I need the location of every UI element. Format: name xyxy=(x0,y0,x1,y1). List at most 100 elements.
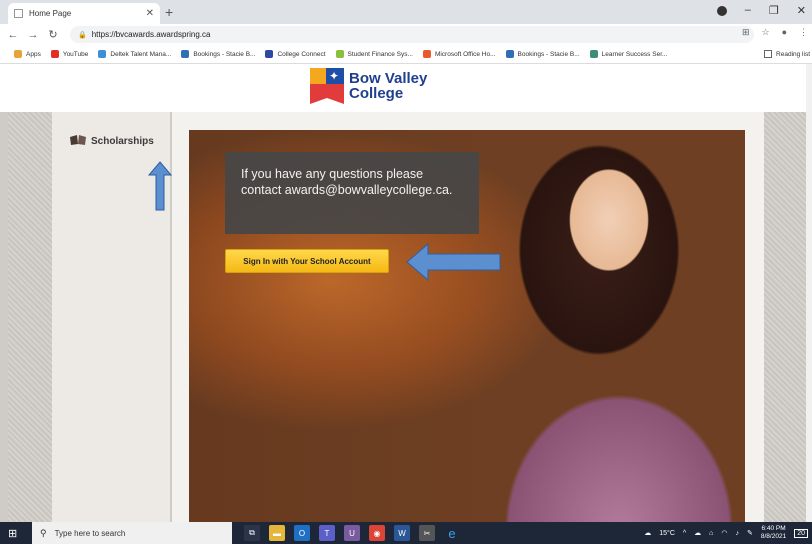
windows-start-icon[interactable]: ⊞ xyxy=(8,527,26,540)
college-logo[interactable]: ✦ Bow Valley College xyxy=(310,68,427,104)
left-texture xyxy=(8,112,52,522)
bookmark-icon xyxy=(50,50,59,58)
bookmark-icon xyxy=(422,50,431,58)
bookmark-label: Deltek Talent Mana... xyxy=(110,50,172,58)
right-texture xyxy=(764,112,806,522)
reading-list-icon xyxy=(764,50,773,58)
sidebar-item-label: Scholarships xyxy=(91,136,154,147)
logo-text: Bow Valley College xyxy=(349,71,427,101)
tray-chevron-icon[interactable]: ^ xyxy=(683,530,686,537)
bookmark-label: YouTube xyxy=(62,50,89,58)
windows-taskbar: ⊞ ⚲ Type here to search ⧉ ▬ O T U ◉ W ✂ … xyxy=(0,522,812,544)
page-favicon-icon xyxy=(14,9,23,18)
close-window-icon[interactable]: ✕ xyxy=(797,4,806,17)
word-icon[interactable]: W xyxy=(394,525,410,541)
task-view-icon[interactable]: ⧉ xyxy=(244,525,260,541)
clock[interactable]: 6:40 PM 8/8/2021 xyxy=(761,525,786,541)
logo-line-1: Bow Valley xyxy=(349,70,428,87)
bookmark-item[interactable]: Apps xyxy=(14,50,41,58)
info-message: If you have any questions please contact… xyxy=(225,152,479,234)
account-icon[interactable]: ● xyxy=(782,27,787,38)
search-placeholder: Type here to search xyxy=(54,528,126,538)
bookmark-item[interactable]: Microsoft Office Ho... xyxy=(422,50,496,58)
bookmark-item[interactable]: College Connect xyxy=(265,50,326,58)
bookmark-item[interactable]: Student Finance Sys... xyxy=(335,50,413,58)
volume-icon[interactable]: ♪ xyxy=(736,530,740,537)
wifi-icon[interactable]: ◠ xyxy=(721,529,727,537)
toolbar-actions: ⊞ ☆ ● ⋮ xyxy=(742,27,808,38)
bookmark-label: College Connect xyxy=(277,50,326,58)
bookmark-label: Student Finance Sys... xyxy=(347,50,413,58)
tab-title: Home Page xyxy=(29,9,72,18)
restore-icon[interactable]: ❐ xyxy=(769,4,779,17)
menu-icon[interactable]: ⋮ xyxy=(799,27,808,38)
bookmark-icon xyxy=(335,50,344,58)
search-icon: ⚲ xyxy=(40,527,47,538)
file-explorer-icon[interactable]: ▬ xyxy=(269,525,285,541)
bookmark-item[interactable]: Deltek Talent Mana... xyxy=(98,50,171,58)
hero-image: If you have any questions please contact… xyxy=(189,130,745,522)
url-bar[interactable]: 🔒 https://bvcawards.awardspring.ca xyxy=(70,26,754,43)
edge-icon[interactable]: e xyxy=(444,525,460,541)
bookmark-icon xyxy=(181,50,190,58)
minimize-icon[interactable]: – xyxy=(745,4,751,17)
address-toolbar: ← → ↻ 🔒 https://bvcawards.awardspring.ca… xyxy=(0,24,812,45)
bookmark-label: Bookings - Stacie B... xyxy=(193,50,256,58)
bookmark-icon xyxy=(589,50,598,58)
reading-list-label: Reading list xyxy=(776,50,810,58)
weather-icon[interactable]: ☁ xyxy=(644,529,651,537)
clock-time: 6:40 PM xyxy=(761,525,786,532)
translate-icon[interactable]: ⊞ xyxy=(742,27,750,38)
bookmark-label: Learner Success Ser... xyxy=(601,50,668,58)
logo-mark-icon: ✦ xyxy=(310,68,344,104)
reading-list[interactable]: Reading list xyxy=(764,50,810,58)
bookmark-label: Apps xyxy=(26,50,41,58)
outlook-icon[interactable]: O xyxy=(294,525,310,541)
back-icon[interactable]: ← xyxy=(6,29,20,41)
bookmark-icon xyxy=(14,50,22,58)
page-body: Scholarships If you have any questions p… xyxy=(0,112,812,522)
close-tab-icon[interactable]: ✕ xyxy=(146,8,154,19)
weather-temp: 15°C xyxy=(659,529,675,537)
reload-icon[interactable]: ↻ xyxy=(46,28,60,41)
network-icon[interactable]: ⌂ xyxy=(709,530,713,537)
bookmark-icon xyxy=(265,50,274,58)
tab-bar: Home Page ✕ + – ❐ ✕ xyxy=(0,0,812,24)
pen-icon[interactable]: ✎ xyxy=(747,529,753,537)
page-scrollbar[interactable] xyxy=(806,64,812,522)
system-tray: ☁ 15°C ^ ☁ ⌂ ◠ ♪ ✎ 6:40 PM 8/8/2021 20 xyxy=(644,522,808,544)
annotation-arrow-left xyxy=(406,243,501,281)
new-tab-icon[interactable]: + xyxy=(165,4,173,20)
chrome-icon[interactable]: ◉ xyxy=(369,525,385,541)
bookmark-icon xyxy=(505,50,514,58)
teams-icon[interactable]: T xyxy=(319,525,335,541)
app-icon[interactable]: U xyxy=(344,525,360,541)
lock-icon: 🔒 xyxy=(78,31,87,39)
bookmark-label: Bookings - Stacie B... xyxy=(517,50,580,58)
bookmark-star-icon[interactable]: ☆ xyxy=(761,27,769,38)
book-icon xyxy=(70,135,86,148)
logo-line-2: College xyxy=(349,85,404,102)
profile-icon[interactable] xyxy=(716,6,727,16)
snip-icon[interactable]: ✂ xyxy=(419,525,435,541)
bookmark-icon xyxy=(98,50,107,58)
bookmark-item[interactable]: YouTube xyxy=(50,50,89,58)
browser-tab[interactable]: Home Page ✕ xyxy=(8,3,160,24)
bookmark-item[interactable]: Learner Success Ser... xyxy=(589,50,668,58)
window-controls: – ❐ ✕ xyxy=(716,4,806,17)
web-page: ✦ Bow Valley College Scholarships If you… xyxy=(0,64,812,522)
forward-icon[interactable]: → xyxy=(26,29,40,41)
sign-in-button[interactable]: Sign In with Your School Account xyxy=(225,249,389,273)
sidebar-item-scholarships[interactable]: Scholarships xyxy=(70,135,154,148)
taskbar-apps: ⧉ ▬ O T U ◉ W ✂ e xyxy=(244,525,460,541)
notification-count[interactable]: 20 xyxy=(794,528,808,538)
site-header: ✦ Bow Valley College xyxy=(0,64,812,112)
taskbar-search[interactable]: ⚲ Type here to search xyxy=(32,522,232,544)
bookmark-item[interactable]: Bookings - Stacie B... xyxy=(181,50,255,58)
onedrive-icon[interactable]: ☁ xyxy=(694,529,701,537)
clock-date: 8/8/2021 xyxy=(760,533,787,540)
url-text: https://bvcawards.awardspring.ca xyxy=(91,30,211,39)
bookmark-item[interactable]: Bookings - Stacie B... xyxy=(505,50,580,58)
bookmarks-bar: Apps YouTube Deltek Talent Mana... Bookings… xyxy=(0,45,812,64)
sidebar: Scholarships xyxy=(52,112,172,522)
